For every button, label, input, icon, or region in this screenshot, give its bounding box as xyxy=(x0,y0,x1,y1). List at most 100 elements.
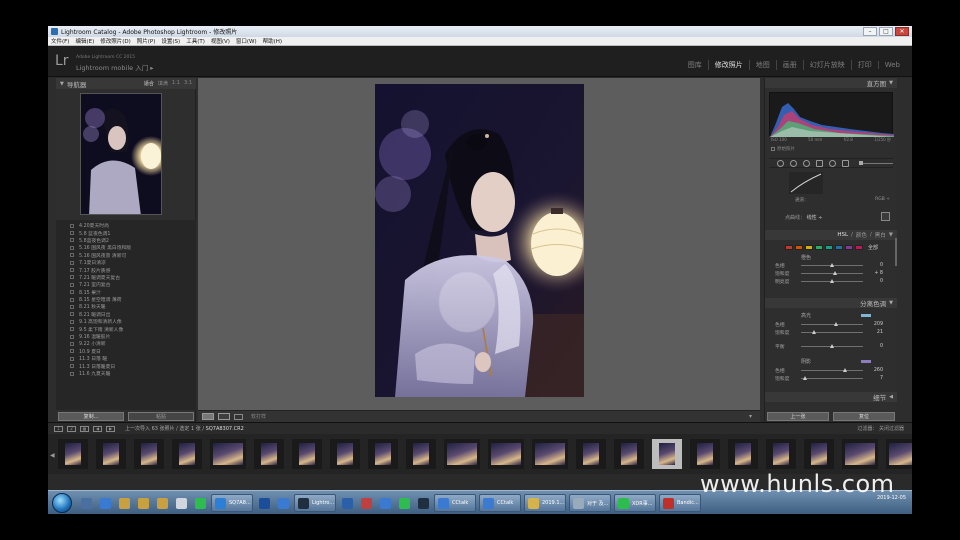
preset-item[interactable]: 9.1 高饱和清新人像 xyxy=(56,318,196,325)
filmstrip-thumbnail[interactable] xyxy=(210,439,246,469)
taskbar-app-button[interactable] xyxy=(173,494,189,512)
color-swatch-red[interactable] xyxy=(785,245,793,250)
minimize-button[interactable]: – xyxy=(863,27,877,36)
menu-file[interactable]: 文件(F) xyxy=(51,37,69,45)
preset-item[interactable]: 5.8 蓝夜色调1 xyxy=(56,229,196,237)
filmstrip-thumbnail[interactable] xyxy=(368,439,398,469)
paste-settings-button[interactable]: 粘贴 xyxy=(128,412,194,421)
preset-item[interactable]: 5.16 国风夜景 清新可 xyxy=(56,252,196,259)
slider-value[interactable]: 260 xyxy=(863,368,883,373)
color-swatch-green[interactable] xyxy=(815,245,823,250)
filmstrip-thumbnail[interactable] xyxy=(532,439,568,469)
menu-settings[interactable]: 设置(S) xyxy=(161,37,180,45)
module-map[interactable]: 地图 xyxy=(748,60,776,70)
filmstrip-thumbnail[interactable] xyxy=(886,439,912,469)
filmstrip-thumbnail[interactable] xyxy=(488,439,524,469)
color-swatch-blue[interactable] xyxy=(835,245,843,250)
menu-help[interactable]: 帮助(H) xyxy=(263,37,282,45)
grid-view-icon[interactable]: ▦ xyxy=(80,425,89,432)
filmstrip-thumbnail[interactable] xyxy=(172,439,202,469)
zoom-3-1[interactable]: 3:1 xyxy=(184,80,192,87)
tab-hsl[interactable]: HSL xyxy=(837,232,848,238)
before-after-icon[interactable] xyxy=(218,413,230,420)
original-photo-checkbox[interactable] xyxy=(771,147,775,151)
highlight-color-swatch[interactable] xyxy=(861,314,871,317)
back-arrow-icon[interactable]: ◀ xyxy=(93,425,102,432)
secondary-window-icon[interactable]: 1 xyxy=(54,425,63,432)
slider-track[interactable] xyxy=(801,368,863,372)
slider-track[interactable] xyxy=(801,344,863,348)
taskbar-app-button[interactable]: CCtalk xyxy=(479,494,521,512)
slider-thumb[interactable] xyxy=(833,271,838,275)
slider-track[interactable] xyxy=(801,279,863,283)
taskbar-app-button[interactable] xyxy=(339,494,355,512)
filmstrip-thumbnail[interactable] xyxy=(804,439,834,469)
radial-filter-icon[interactable] xyxy=(829,159,836,167)
taskbar-app-button[interactable] xyxy=(275,494,291,512)
slider-value[interactable]: + 8 xyxy=(863,271,883,276)
preset-item[interactable]: 8.21 暖调日出 xyxy=(56,311,196,318)
taskbar-app-button[interactable] xyxy=(396,494,412,512)
taskbar-app-button[interactable]: XDR事... xyxy=(614,494,656,512)
preset-item[interactable]: 7.17 胶片质感 xyxy=(56,266,196,274)
adjustment-brush-icon[interactable] xyxy=(842,159,849,167)
preset-item[interactable]: 8.15 星空暗调 薄荷 xyxy=(56,296,196,303)
slider-value[interactable]: 209 xyxy=(863,322,883,327)
filmstrip-left-arrow-icon[interactable]: ◀ xyxy=(50,452,55,459)
tool-slider[interactable] xyxy=(859,160,893,165)
slider-track[interactable] xyxy=(801,263,863,267)
highlight-saturation-slider[interactable]: 饱和度 21 xyxy=(775,329,893,336)
filmstrip-thumbnail[interactable] xyxy=(254,439,284,469)
zoom-fill[interactable]: 填满 xyxy=(158,80,168,87)
slider-thumb[interactable] xyxy=(829,344,834,348)
preset-item[interactable]: 5.8蓝夜色调2 xyxy=(56,237,196,244)
filmstrip-thumbnail[interactable] xyxy=(690,439,720,469)
filmstrip-thumbnail[interactable] xyxy=(766,439,796,469)
taskbar-app-button[interactable] xyxy=(154,494,170,512)
taskbar-app-button[interactable]: Lightro... xyxy=(294,494,336,512)
preset-item[interactable]: 9.22 小清新 xyxy=(56,340,196,347)
filmstrip-filter[interactable]: 过滤器： 关闭过滤器 xyxy=(857,425,904,432)
original-photo-toggle[interactable]: 原始照片 xyxy=(771,146,795,152)
filmstrip-thumbnail[interactable] xyxy=(96,439,126,469)
hsl-hue-slider[interactable]: 色相 0 xyxy=(775,262,893,269)
preset-item[interactable]: 7.1夏日清凉 xyxy=(56,259,196,266)
lightroom-mobile-link[interactable]: Lightroom mobile 入门 ▸ xyxy=(76,62,154,72)
hsl-saturation-slider[interactable]: 饱和度 + 8 xyxy=(775,270,893,277)
taskbar-app-button[interactable] xyxy=(256,494,272,512)
preset-item[interactable]: 8.21 秋天暖 xyxy=(56,303,196,310)
menu-edit[interactable]: 编辑(E) xyxy=(75,37,94,45)
softproof-checkbox[interactable] xyxy=(234,413,243,420)
point-curve-select[interactable]: 线性 ÷ xyxy=(807,215,823,221)
preset-item[interactable]: 9.5 柔下雨 清新人像 xyxy=(56,325,196,333)
taskbar-app-button[interactable] xyxy=(192,494,208,512)
spot-removal-icon[interactable] xyxy=(790,159,797,167)
filmstrip-thumbnail[interactable] xyxy=(576,439,606,469)
filmstrip-thumbnail[interactable] xyxy=(728,439,758,469)
graduated-filter-icon[interactable] xyxy=(816,159,823,167)
crop-icon[interactable] xyxy=(777,159,784,167)
preset-item[interactable]: 4.20夏天时尚 xyxy=(56,222,196,229)
zoom-fit[interactable]: 适合 xyxy=(144,80,154,87)
filmstrip-thumbnail[interactable] xyxy=(58,439,88,469)
detail-header[interactable]: 细节 ◀ xyxy=(765,392,897,402)
slider-thumb[interactable] xyxy=(811,330,816,334)
color-swatch-purple[interactable] xyxy=(845,245,853,250)
taskbar-app-button[interactable] xyxy=(377,494,393,512)
menu-photo[interactable]: 照片(P) xyxy=(137,37,156,45)
split-toning-header[interactable]: 分离色调 ▼ xyxy=(765,298,897,308)
menu-tools[interactable]: 工具(T) xyxy=(186,37,205,45)
color-swatch-magenta[interactable] xyxy=(855,245,863,250)
slider-track[interactable] xyxy=(801,322,863,326)
copy-settings-button[interactable]: 复制... xyxy=(58,412,124,421)
slider-value[interactable]: 0 xyxy=(863,344,883,349)
main-photo[interactable] xyxy=(375,84,584,397)
navigator-preview[interactable] xyxy=(80,93,162,215)
highlight-hue-slider[interactable]: 色相 209 xyxy=(775,321,893,328)
slider-thumb[interactable] xyxy=(802,376,807,380)
preset-item[interactable]: 7.21 暖调夏天复古 xyxy=(56,274,196,281)
reset-button[interactable]: 复位 xyxy=(833,412,895,421)
tone-curve-graph[interactable] xyxy=(789,172,823,194)
slider-value[interactable]: 0 xyxy=(863,279,883,284)
slider-thumb[interactable] xyxy=(843,368,848,372)
